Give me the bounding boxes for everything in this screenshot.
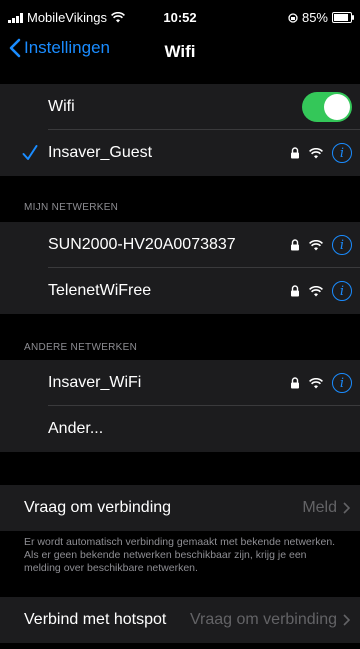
other-network-label: Ander... [48, 420, 104, 437]
orientation-lock-icon [288, 12, 298, 23]
wifi-icon [309, 239, 323, 250]
network-row[interactable]: Insaver_WiFi i [0, 360, 360, 406]
wifi-toggle-label: Wifi [48, 98, 75, 115]
hotspot-value-wrap: Vraag om verbinding [190, 597, 350, 643]
network-name: TelenetWiFree [48, 282, 152, 299]
info-icon[interactable]: i [332, 143, 352, 163]
battery-percent: 85% [301, 10, 328, 25]
network-name: Insaver_WiFi [48, 374, 142, 391]
battery-icon [332, 12, 354, 23]
wifi-icon [309, 285, 323, 296]
lock-icon [291, 239, 299, 251]
lock-icon [291, 285, 299, 297]
info-icon[interactable]: i [332, 235, 352, 255]
network-icons: i [290, 222, 352, 268]
network-row[interactable]: TelenetWiFree i [0, 268, 360, 314]
hotspot-label: Verbind met hotspot [24, 611, 167, 628]
toggle-knob [324, 94, 350, 120]
ask-to-join-value: Meld [302, 499, 337, 516]
status-bar: MobileVikings 10:52 85% [0, 0, 360, 36]
status-right: 85% [288, 10, 354, 25]
connected-network-row[interactable]: Insaver_Guest i [0, 130, 360, 176]
network-row[interactable]: SUN2000-HV20A0073837 i [0, 222, 360, 268]
checkmark-icon [22, 145, 38, 160]
page-title: Wifi [164, 42, 196, 61]
wifi-toggle-row: Wifi [0, 84, 360, 130]
ask-to-join-value-wrap: Meld [302, 485, 350, 531]
connected-network-name: Insaver_Guest [48, 144, 153, 161]
nav-bar: Instellingen Wifi [0, 36, 360, 70]
other-networks-header: ANDERE NETWERKEN [24, 342, 138, 353]
wifi-icon [309, 377, 323, 388]
ask-to-join-row[interactable]: Vraag om verbinding Meld [0, 485, 360, 531]
other-network-row[interactable]: Ander... [0, 406, 360, 452]
lock-icon [291, 377, 299, 389]
battery-fill [334, 14, 348, 21]
info-icon[interactable]: i [332, 281, 352, 301]
chevron-right-icon [343, 614, 350, 626]
hotspot-row[interactable]: Verbind met hotspot Vraag om verbinding [0, 597, 360, 643]
info-icon[interactable]: i [332, 373, 352, 393]
network-name: SUN2000-HV20A0073837 [48, 236, 236, 253]
lock-icon [291, 147, 299, 159]
ask-to-join-description: Er wordt automatisch verbinding gemaakt … [24, 536, 336, 574]
hotspot-value: Vraag om verbinding [189, 611, 337, 628]
chevron-right-icon [343, 502, 350, 514]
network-icons: i [290, 360, 352, 406]
wifi-icon [309, 147, 323, 158]
wifi-toggle[interactable] [302, 92, 352, 122]
ask-to-join-label: Vraag om verbinding [24, 499, 172, 516]
network-icons: i [290, 268, 352, 314]
network-icons: i [290, 130, 352, 176]
my-networks-header: MIJN NETWERKEN [24, 202, 119, 213]
